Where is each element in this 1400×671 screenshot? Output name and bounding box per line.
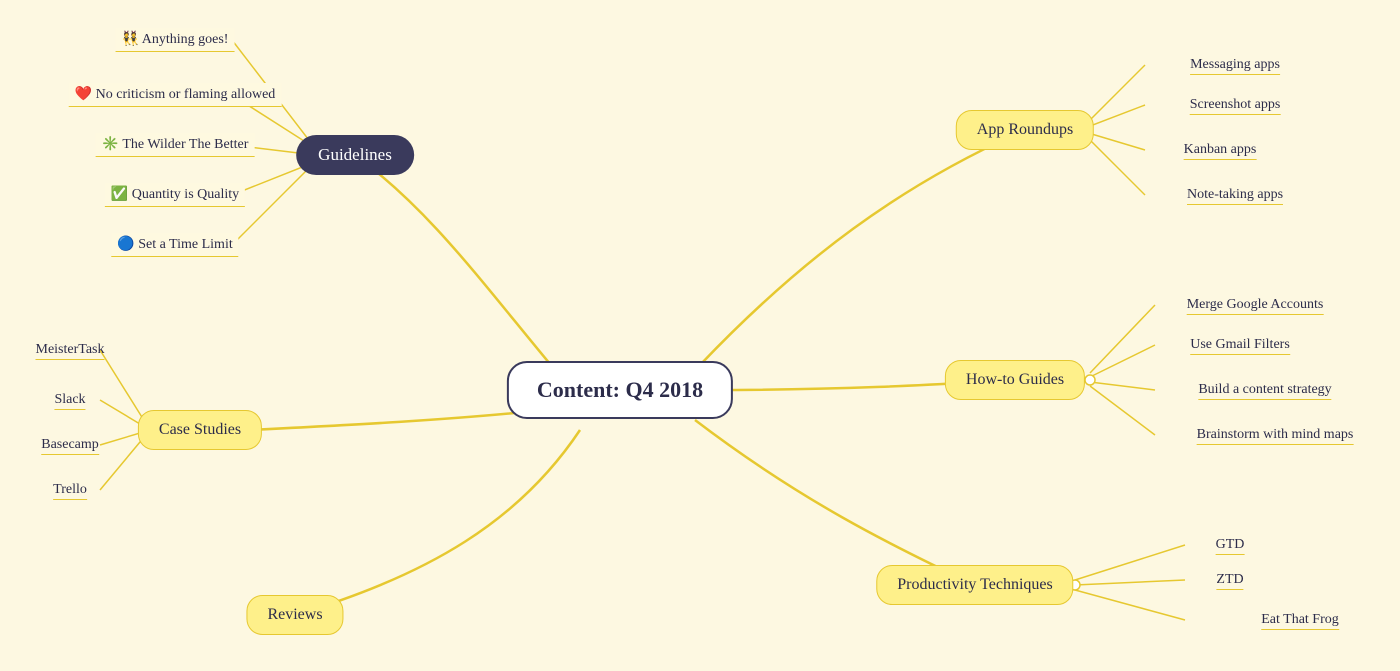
guideline-item-5: 🔵 Set a Time Limit (111, 233, 238, 257)
productivity-item-2: ZTD (1216, 572, 1243, 588)
reviews-node[interactable]: Reviews (246, 595, 343, 635)
how-to-guide-item-3: Build a content strategy (1198, 382, 1331, 398)
guideline-item-2: ❤️ No criticism or flaming allowed (69, 83, 282, 107)
center-node[interactable]: Content: Q4 2018 (507, 361, 733, 419)
productivity-item-3: Eat That Frog (1261, 612, 1339, 628)
productivity-techniques-label: Productivity Techniques (876, 565, 1073, 605)
center-label: Content: Q4 2018 (507, 361, 733, 419)
guideline-icon-4: ✅ (111, 187, 128, 202)
guideline-item-3: ✳️ The Wilder The Better (96, 133, 255, 157)
case-study-item-3: Basecamp (41, 437, 99, 453)
guideline-item-1: 👯 Anything goes! (116, 28, 235, 52)
how-to-guide-item-1: Merge Google Accounts (1187, 297, 1324, 313)
case-studies-node[interactable]: Case Studies (138, 410, 262, 450)
case-study-item-2: Slack (54, 392, 85, 408)
guideline-icon-1: 👯 (122, 32, 139, 47)
case-study-item-1: MeisterTask (35, 342, 104, 358)
app-roundup-item-2: Screenshot apps (1190, 97, 1281, 113)
how-to-guides-node[interactable]: How-to Guides (945, 360, 1085, 400)
productivity-item-1: GTD (1216, 537, 1245, 553)
guideline-item-4: ✅ Quantity is Quality (105, 183, 245, 207)
guidelines-node[interactable]: Guidelines (296, 135, 414, 175)
guideline-icon-3: ✳️ (102, 137, 119, 152)
app-roundups-node[interactable]: App Roundups (956, 110, 1094, 150)
app-roundup-item-1: Messaging apps (1190, 57, 1280, 73)
how-to-guide-item-2: Use Gmail Filters (1190, 337, 1290, 353)
guideline-icon-2: ❤️ (75, 87, 92, 102)
case-studies-label: Case Studies (138, 410, 262, 450)
reviews-label: Reviews (246, 595, 343, 635)
guidelines-label: Guidelines (296, 135, 414, 175)
app-roundups-label: App Roundups (956, 110, 1094, 150)
productivity-techniques-node[interactable]: Productivity Techniques (876, 565, 1073, 605)
app-roundup-item-3: Kanban apps (1184, 142, 1257, 158)
case-study-item-4: Trello (53, 482, 87, 498)
how-to-guides-label: How-to Guides (945, 360, 1085, 400)
guideline-icon-5: 🔵 (117, 237, 134, 252)
how-to-guide-item-4: Brainstorm with mind maps (1197, 427, 1354, 443)
app-roundup-item-4: Note-taking apps (1187, 187, 1283, 203)
